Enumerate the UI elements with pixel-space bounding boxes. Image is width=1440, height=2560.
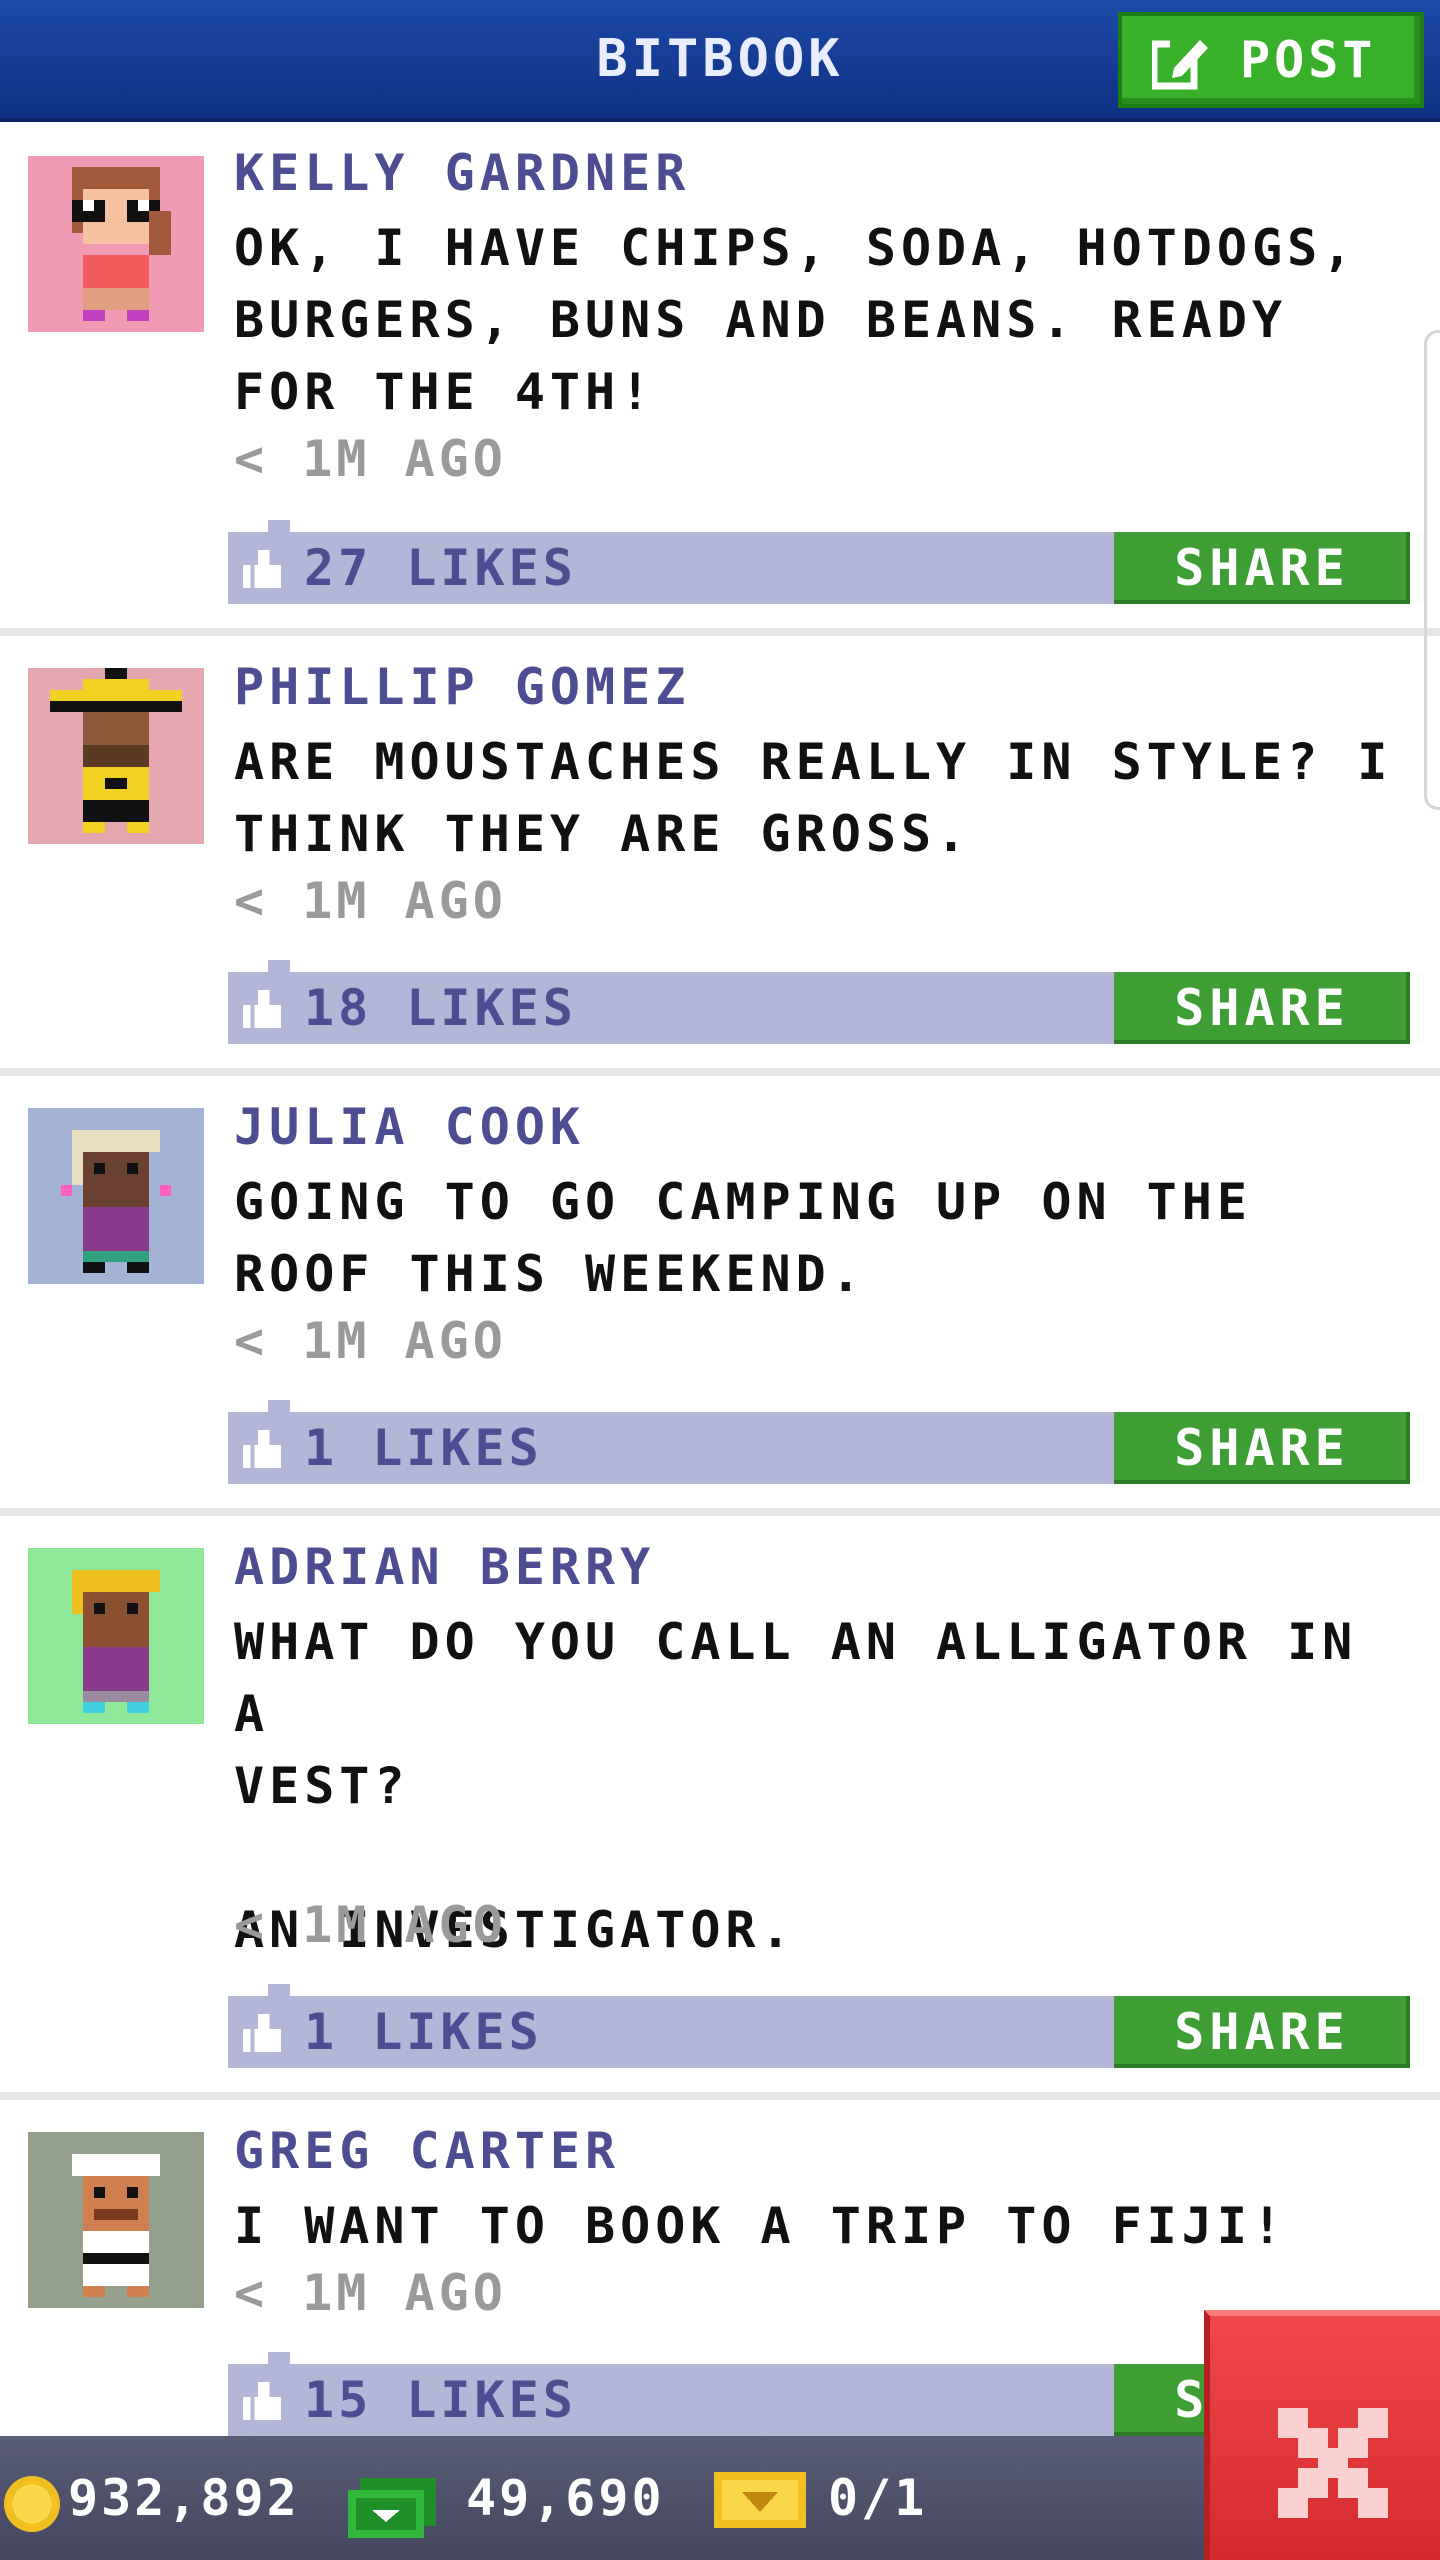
feed-post: PHILLIP GOMEZ ARE MOUSTACHES REALLY IN S…	[0, 638, 1440, 1078]
like-count: 1 LIKES	[304, 2003, 543, 2061]
post-text: ARE MOUSTACHES REALLY IN STYLE? I THINK …	[234, 733, 1393, 863]
post-divider	[0, 1068, 1440, 1076]
news-feed[interactable]: KELLY GARDNER OK, I HAVE CHIPS, SODA, HO…	[0, 126, 1440, 2436]
feed-post: ADRIAN BERRY WHAT DO YOU CALL AN ALLIGAT…	[0, 1518, 1440, 2102]
man-with-hat-avatar[interactable]	[28, 668, 204, 844]
post-timestamp: < 1M AGO	[234, 2264, 507, 2322]
like-count: 18 LIKES	[304, 979, 577, 1037]
post-divider	[0, 628, 1440, 636]
coin-count: 932,892	[68, 2469, 300, 2527]
scrollbar[interactable]	[1424, 330, 1440, 810]
share-button[interactable]: SHARE	[1114, 532, 1410, 604]
like-bar[interactable]: 1 LIKES SHARE	[228, 1984, 1410, 2068]
share-button[interactable]: SHARE	[1114, 1996, 1410, 2068]
share-button[interactable]: SHARE	[1114, 972, 1410, 1044]
post-button[interactable]: POST	[1118, 12, 1424, 108]
thumbs-up-icon	[243, 990, 281, 1028]
post-text: GOING TO GO CAMPING UP ON THE ROOF THIS …	[234, 1173, 1252, 1303]
like-bar[interactable]: 1 LIKES SHARE	[228, 1400, 1410, 1484]
thumbs-up-icon	[243, 1430, 281, 1468]
post-author[interactable]: KELLY GARDNER	[234, 144, 690, 202]
thumbs-up-icon	[243, 2382, 281, 2420]
thumbs-up-icon	[243, 550, 281, 588]
blonde-avatar[interactable]	[28, 1548, 204, 1724]
compose-icon	[1152, 36, 1208, 90]
like-count: 27 LIKES	[304, 539, 577, 597]
app-header: BITBOOK POST	[0, 0, 1440, 122]
post-timestamp: < 1M AGO	[234, 872, 507, 930]
girl-with-glasses-avatar[interactable]	[28, 156, 204, 332]
post-text: OK, I HAVE CHIPS, SODA, HOTDOGS, BURGERS…	[234, 219, 1358, 421]
ticket-count: 0/1	[828, 2469, 928, 2527]
post-text: I WANT TO BOOK A TRIP TO FIJI!	[234, 2197, 1288, 2255]
post-timestamp: < 1M AGO	[234, 1896, 507, 1954]
coin-icon	[4, 2476, 60, 2532]
karate-man-avatar[interactable]	[28, 2132, 204, 2308]
feed-post: KELLY GARDNER OK, I HAVE CHIPS, SODA, HO…	[0, 126, 1440, 638]
post-author[interactable]: PHILLIP GOMEZ	[234, 658, 690, 716]
post-timestamp: < 1M AGO	[234, 1312, 507, 1370]
like-count: 15 LIKES	[304, 2371, 577, 2429]
like-bar[interactable]: 27 LIKES SHARE	[228, 520, 1410, 604]
close-icon	[1278, 2408, 1388, 2518]
post-timestamp: < 1M AGO	[234, 430, 507, 488]
feed-post: JULIA COOK GOING TO GO CAMPING UP ON THE…	[0, 1078, 1440, 1518]
post-author[interactable]: ADRIAN BERRY	[234, 1538, 655, 1596]
post-divider	[0, 2092, 1440, 2100]
woman-avatar[interactable]	[28, 1108, 204, 1284]
like-count: 1 LIKES	[304, 1419, 543, 1477]
post-author[interactable]: JULIA COOK	[234, 1098, 585, 1156]
post-author[interactable]: GREG CARTER	[234, 2122, 620, 2180]
post-button-label: POST	[1240, 31, 1377, 89]
post-divider	[0, 1508, 1440, 1516]
thumbs-up-icon	[243, 2014, 281, 2052]
bux-icon	[348, 2478, 436, 2538]
share-button[interactable]: SHARE	[1114, 1412, 1410, 1484]
close-button[interactable]	[1204, 2310, 1440, 2560]
like-bar[interactable]: 18 LIKES SHARE	[228, 960, 1410, 1044]
ticket-icon	[714, 2472, 806, 2528]
bux-count: 49,690	[466, 2469, 665, 2527]
